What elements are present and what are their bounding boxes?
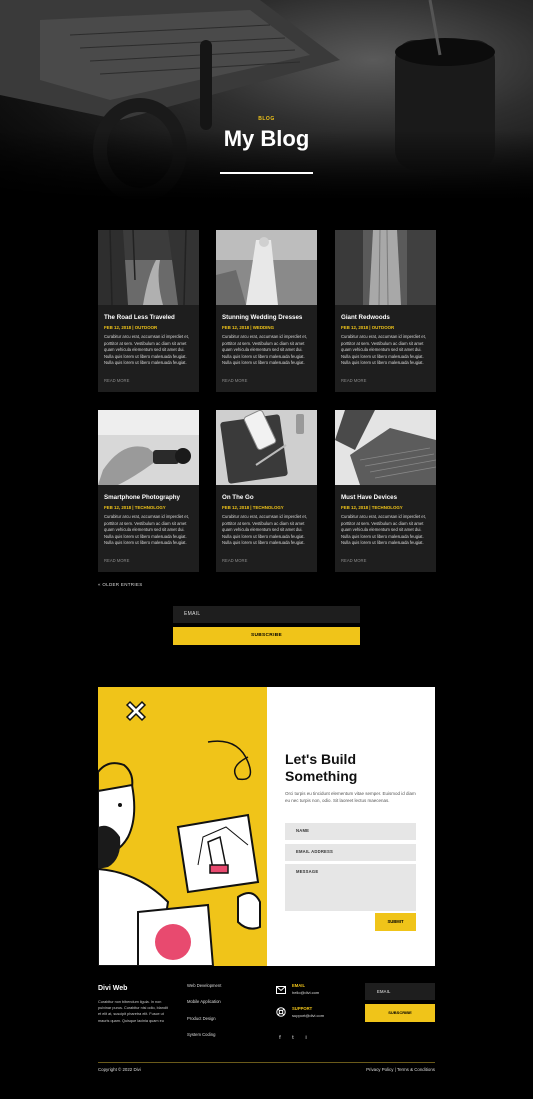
post-title[interactable]: On The Go [222, 494, 314, 501]
phone-notebook-photo[interactable] [216, 410, 317, 485]
legal-links[interactable]: Privacy Policy | Terms & Conditions [366, 1067, 435, 1072]
subscribe-button[interactable]: SUBSCRIBE [173, 627, 360, 645]
redwood-tree-photo[interactable] [335, 230, 436, 305]
message-field[interactable]: MESSAGE [285, 864, 416, 911]
post-meta: FEB 12, 2018 | TECHNOLOGY [222, 505, 284, 510]
submit-button[interactable]: SUBMIT [375, 913, 416, 931]
post-excerpt: Curabitur arcu erat, accumsan id imperdi… [104, 334, 189, 365]
email-placeholder: EMAIL [184, 611, 201, 617]
footer-link-mobile-application[interactable]: Mobile Application [187, 999, 221, 1004]
footer-support-value[interactable]: support@divi.com [292, 1013, 324, 1018]
footer-email-value[interactable]: hello@divi.com [292, 990, 319, 995]
forest-path-photo[interactable] [98, 230, 199, 305]
contact-description: Orci turpis eu tincidunt elementum vitae… [285, 791, 416, 803]
post-title[interactable]: Stunning Wedding Dresses [222, 314, 314, 321]
post-meta: FEB 12, 2018 | TECHNOLOGY [104, 505, 166, 510]
newsletter-email-input[interactable]: EMAIL [173, 606, 360, 623]
post-meta: FEB 12, 2018 | OUTDOOR [104, 325, 158, 330]
facebook-icon[interactable]: f [276, 1034, 284, 1042]
contact-illustration [98, 687, 267, 966]
read-more-link[interactable]: READ MORE [222, 378, 247, 383]
email-icon [276, 986, 286, 994]
read-more-link[interactable]: READ MORE [222, 558, 247, 563]
name-field[interactable]: NAME [285, 823, 416, 840]
hero-kicker: BLOG [258, 116, 275, 122]
footer-description: Curabitur non bibendum ligula. In non pu… [98, 1000, 168, 1023]
designer-illustration [98, 700, 261, 966]
footer-link-product-design[interactable]: Product Design [187, 1016, 216, 1021]
post-title[interactable]: Giant Redwoods [341, 314, 433, 321]
footer-link-web-development[interactable]: Web Development [187, 983, 221, 988]
laptop-keyboard-photo[interactable] [335, 410, 436, 485]
message-placeholder: MESSAGE [296, 869, 319, 874]
post-title[interactable]: The Road Less Traveled [104, 314, 196, 321]
blog-post-card[interactable]: The Road Less Traveled FEB 12, 2018 | OU… [98, 230, 199, 392]
blog-post-card[interactable]: Stunning Wedding Dresses FEB 12, 2018 | … [216, 230, 317, 392]
read-more-link[interactable]: READ MORE [104, 378, 129, 383]
blog-post-card[interactable]: Smartphone Photography FEB 12, 2018 | TE… [98, 410, 199, 572]
footer-link-system-coding[interactable]: System Coding [187, 1032, 215, 1037]
page-title: My Blog [223, 126, 310, 151]
read-more-link[interactable]: READ MORE [341, 558, 366, 563]
wedding-dress-photo[interactable] [216, 230, 317, 305]
contact-heading: Let's Build Something [285, 751, 358, 784]
copyright: Copyright © 2022 Divi [98, 1067, 141, 1072]
older-entries-link[interactable]: « OLDER ENTRIES [98, 582, 143, 587]
email-field[interactable]: EMAIL ADDRESS [285, 844, 416, 861]
footer-brand: Divi Web [98, 985, 128, 992]
post-meta: FEB 12, 2018 | OUTDOOR [341, 325, 395, 330]
name-placeholder: NAME [296, 828, 310, 833]
footer-email-placeholder: EMAIL [377, 989, 391, 994]
post-meta: FEB 12, 2018 | TECHNOLOGY [341, 505, 403, 510]
blog-post-card[interactable]: On The Go FEB 12, 2018 | TECHNOLOGY Cura… [216, 410, 317, 572]
footer-email-input[interactable]: EMAIL [365, 983, 435, 1000]
twitter-icon[interactable]: t [289, 1034, 297, 1042]
post-excerpt: Curabitur arcu erat, accumsan id imperdi… [222, 514, 307, 545]
post-excerpt: Curabitur arcu erat, accumsan id imperdi… [104, 514, 189, 545]
blog-post-card[interactable]: Must Have Devices FEB 12, 2018 | TECHNOL… [335, 410, 436, 572]
post-excerpt: Curabitur arcu erat, accumsan id imperdi… [341, 514, 426, 545]
blog-post-card[interactable]: Giant Redwoods FEB 12, 2018 | OUTDOOR Cu… [335, 230, 436, 392]
contact-section: Let's Build Something Orci turpis eu tin… [98, 687, 435, 966]
footer-divider [98, 1062, 435, 1063]
title-divider [220, 172, 313, 174]
footer-email-label: EMAIL [292, 983, 306, 988]
hand-camera-photo[interactable] [98, 410, 199, 485]
read-more-link[interactable]: READ MORE [341, 378, 366, 383]
read-more-link[interactable]: READ MORE [104, 558, 129, 563]
instagram-icon[interactable]: i [302, 1034, 310, 1042]
support-icon [276, 1007, 286, 1017]
post-title[interactable]: Must Have Devices [341, 494, 433, 501]
contact-form-panel: Let's Build Something Orci turpis eu tin… [267, 687, 435, 966]
footer-subscribe-button[interactable]: SUBSCRIBE [365, 1004, 435, 1022]
post-excerpt: Curabitur arcu erat, accumsan id imperdi… [341, 334, 426, 365]
post-excerpt: Curabitur arcu erat, accumsan id imperdi… [222, 334, 307, 365]
hero-section: BLOG My Blog [0, 0, 533, 200]
post-title[interactable]: Smartphone Photography [104, 494, 196, 501]
footer-support-label: SUPPORT [292, 1006, 313, 1011]
email-placeholder: EMAIL ADDRESS [296, 849, 334, 854]
post-meta: FEB 12, 2018 | WEDDING [222, 325, 274, 330]
